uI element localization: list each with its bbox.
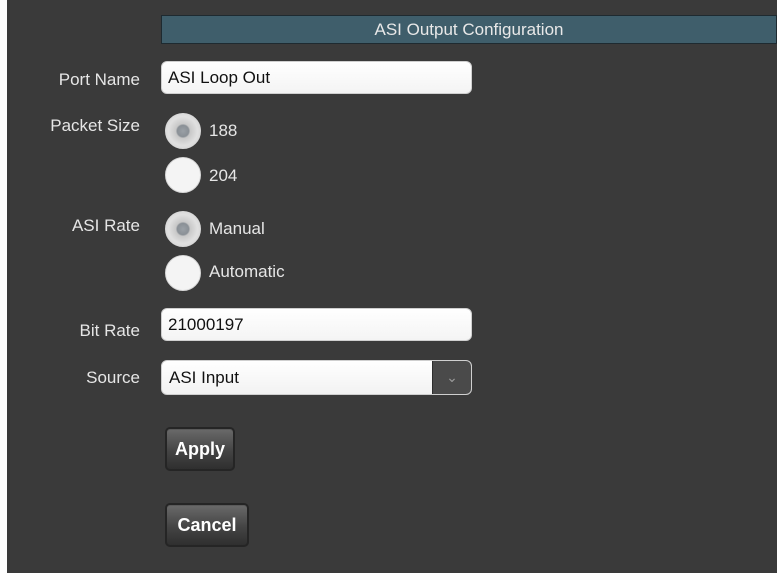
packet-size-option-188: 188 bbox=[209, 121, 238, 140]
radio-selected-icon bbox=[165, 113, 201, 149]
cancel-button[interactable]: Cancel bbox=[165, 503, 249, 547]
source-label: Source bbox=[86, 368, 140, 387]
port-name-label: Port Name bbox=[58, 70, 140, 89]
source-select[interactable]: ASI Input ⌄ bbox=[161, 360, 472, 395]
asi-rate-label: ASI Rate bbox=[71, 216, 140, 235]
bit-rate-label: Bit Rate bbox=[79, 321, 140, 340]
radio-selected-icon bbox=[165, 211, 201, 247]
packet-size-radio-188[interactable] bbox=[165, 113, 201, 149]
bit-rate-input[interactable]: 21000197 bbox=[161, 308, 472, 341]
port-name-input[interactable]: ASI Loop Out bbox=[161, 61, 472, 94]
asi-rate-option-automatic: Automatic bbox=[209, 262, 285, 281]
asi-rate-radio-manual[interactable] bbox=[165, 211, 201, 247]
packet-size-radio-204[interactable] bbox=[165, 157, 201, 193]
source-value: ASI Input bbox=[169, 368, 239, 387]
packet-size-option-204: 204 bbox=[209, 166, 238, 185]
packet-size-label: Packet Size bbox=[50, 116, 140, 135]
apply-button[interactable]: Apply bbox=[165, 427, 235, 471]
asi-rate-option-manual: Manual bbox=[209, 219, 265, 238]
panel-title: ASI Output Configuration bbox=[161, 15, 777, 44]
chevron-down-icon[interactable]: ⌄ bbox=[432, 361, 471, 394]
radio-unselected-icon bbox=[165, 157, 201, 193]
asi-rate-radio-automatic[interactable] bbox=[165, 255, 201, 291]
radio-unselected-icon bbox=[165, 255, 201, 291]
